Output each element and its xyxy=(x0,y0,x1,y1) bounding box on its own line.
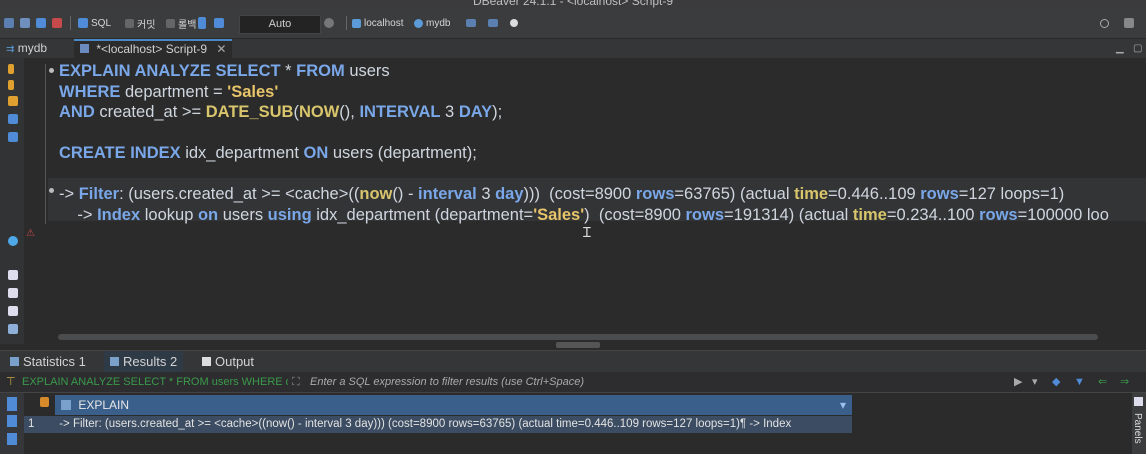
statement-marker xyxy=(49,188,54,193)
connection-icon xyxy=(352,18,361,28)
play-icon[interactable]: ▶ xyxy=(1014,372,1022,392)
commit-icon xyxy=(125,18,134,28)
outline-icon[interactable] xyxy=(8,324,18,334)
statistics-icon xyxy=(10,357,19,366)
database-selector[interactable]: mydb xyxy=(414,8,450,38)
tab-mydb[interactable]: ⇉ mydb xyxy=(6,39,47,58)
refresh-icon[interactable] xyxy=(36,18,46,28)
save-script-icon[interactable] xyxy=(8,306,18,316)
connection-selector[interactable]: localhost xyxy=(352,8,403,38)
tab-script-9[interactable]: *<localhost> Script-9 ✕ xyxy=(74,39,233,58)
editor-side-toolbar xyxy=(0,58,24,344)
table-row[interactable]: 1 -> Filter: (users.created_at >= <cache… xyxy=(24,416,852,433)
code-line-2: WHERE department = 'Sales' xyxy=(59,82,279,101)
minimize-icon[interactable]: ▁ xyxy=(1116,39,1124,58)
extra-tools[interactable] xyxy=(466,8,518,38)
rollback-icon xyxy=(166,18,175,28)
statement-marker-line xyxy=(45,64,50,224)
history-forward-icon[interactable]: ⇒ xyxy=(1120,372,1129,392)
commit-button[interactable]: 커밋 xyxy=(125,8,155,38)
window-title: DBeaver 24.1.1 - <localhost> Script-9 xyxy=(472,0,674,8)
show-output-icon[interactable] xyxy=(8,132,18,142)
tab-output[interactable]: Output xyxy=(198,351,258,372)
warning-icon: ⚠ xyxy=(26,228,35,239)
expand-icon[interactable]: ⛶ xyxy=(292,372,300,392)
row-number: 1 xyxy=(28,418,35,430)
main-toolbar: SQL 커밋 롤백 Auto localhost mydb xyxy=(0,8,1146,39)
eraser-icon[interactable]: ◆ xyxy=(1052,372,1060,392)
lock-icon[interactable] xyxy=(214,18,224,28)
dropdown-icon[interactable]: ▾ xyxy=(1032,372,1038,392)
format-icon[interactable] xyxy=(488,19,498,27)
results-tab-bar: Statistics 1 Results 2 Output xyxy=(0,350,1146,372)
output-icon xyxy=(202,357,211,366)
sort-icon[interactable]: ▾ xyxy=(840,395,846,415)
grid-icon xyxy=(110,357,119,366)
execute-statement-icon[interactable] xyxy=(8,64,14,74)
execute-script-icon[interactable] xyxy=(8,80,14,90)
database-icon xyxy=(414,18,423,28)
text-cursor-icon: Ɪ xyxy=(583,224,591,240)
forward-icon[interactable] xyxy=(20,18,30,28)
stop-icon[interactable] xyxy=(52,18,62,28)
panels-icon xyxy=(1134,397,1143,406)
global-search-button[interactable] xyxy=(1100,8,1109,38)
new-script-icon[interactable] xyxy=(8,270,18,280)
transaction-mode-select[interactable]: Auto xyxy=(239,15,321,34)
perspective-button[interactable] xyxy=(1124,8,1134,38)
sql-editor[interactable]: ⚠ EXPLAIN ANALYZE SELECT * FROM users WHE… xyxy=(0,58,1146,348)
close-tab-icon[interactable]: ✕ xyxy=(216,42,226,56)
sql-editor-button[interactable]: SQL xyxy=(78,8,111,38)
column-type-icon xyxy=(61,400,71,410)
text-view-icon[interactable] xyxy=(7,415,17,427)
query-text: EXPLAIN ANALYZE SELECT * FROM users WHER… xyxy=(22,376,288,388)
code-line-8: -> Index lookup on users using idx_depar… xyxy=(59,205,1109,224)
execute-new-tab-icon[interactable] xyxy=(8,96,18,106)
sql-query-icon: ⊤ xyxy=(6,376,16,388)
explain-plan-icon[interactable] xyxy=(8,114,18,124)
tab-results-2[interactable]: Results 2 xyxy=(104,351,184,372)
sql-icon xyxy=(78,18,88,28)
grid-view-icon[interactable] xyxy=(7,397,17,411)
settings-icon[interactable] xyxy=(8,236,18,246)
maximize-icon[interactable]: ▢ xyxy=(1133,39,1142,58)
code-content[interactable]: EXPLAIN ANALYZE SELECT * FROM users WHERE… xyxy=(59,61,1109,225)
editor-tab-bar: ⇉ mydb *<localhost> Script-9 ✕ ▁ ▢ xyxy=(0,39,1146,58)
magnifier-icon xyxy=(1100,18,1109,28)
rollback-button[interactable]: 롤백 xyxy=(166,8,196,38)
history-button[interactable] xyxy=(324,8,334,38)
results-grid[interactable]: EXPLAIN ▾ 1 -> Filter: (users.created_at… xyxy=(0,393,1146,454)
panels-label: Panels xyxy=(1132,413,1143,444)
perspective-icon xyxy=(1124,18,1134,28)
code-line-3: AND created_at >= DATE_SUB(NOW(), INTERV… xyxy=(59,103,503,121)
history-back-icon[interactable]: ⇐ xyxy=(1098,372,1107,392)
sql-script-icon xyxy=(80,44,89,53)
filter-input[interactable]: Enter a SQL expression to filter results… xyxy=(310,372,584,392)
back-icon[interactable] xyxy=(4,18,14,28)
filter-bar: ⊤ EXPLAIN ANALYZE SELECT * FROM users WH… xyxy=(0,372,1146,393)
panels-sidebar[interactable]: Panels xyxy=(1132,393,1146,454)
filter-icon[interactable] xyxy=(198,17,206,29)
cell-explain[interactable]: -> Filter: (users.created_at >= <cache>(… xyxy=(59,418,791,430)
open-script-icon[interactable] xyxy=(8,288,18,298)
code-line-5: CREATE INDEX idx_department ON users (de… xyxy=(59,144,477,162)
nav-icons[interactable] xyxy=(4,8,62,38)
search-icon[interactable] xyxy=(510,19,518,27)
title-bar: DBeaver 24.1.1 - <localhost> Script-9 xyxy=(0,0,1146,8)
tab-statistics-1[interactable]: Statistics 1 xyxy=(6,351,90,372)
statement-marker xyxy=(49,68,54,73)
code-line-1: EXPLAIN ANALYZE SELECT * FROM users xyxy=(59,62,390,80)
history-icon xyxy=(324,18,334,28)
horizontal-scrollbar[interactable] xyxy=(58,334,1098,340)
column-header-explain[interactable]: EXPLAIN ▾ xyxy=(55,395,852,415)
filter-funnel-icon[interactable]: ▼ xyxy=(1074,372,1085,392)
cloud-icon[interactable] xyxy=(466,19,476,27)
grid-side-toolbar xyxy=(0,393,24,454)
record-view-icon[interactable] xyxy=(7,433,17,445)
transaction-icons[interactable] xyxy=(198,8,224,38)
code-line-7: -> Filter: (users.created_at >= <cache>(… xyxy=(59,185,1065,203)
read-only-lock-icon xyxy=(40,397,49,407)
panel-splitter-handle[interactable] xyxy=(556,342,600,348)
